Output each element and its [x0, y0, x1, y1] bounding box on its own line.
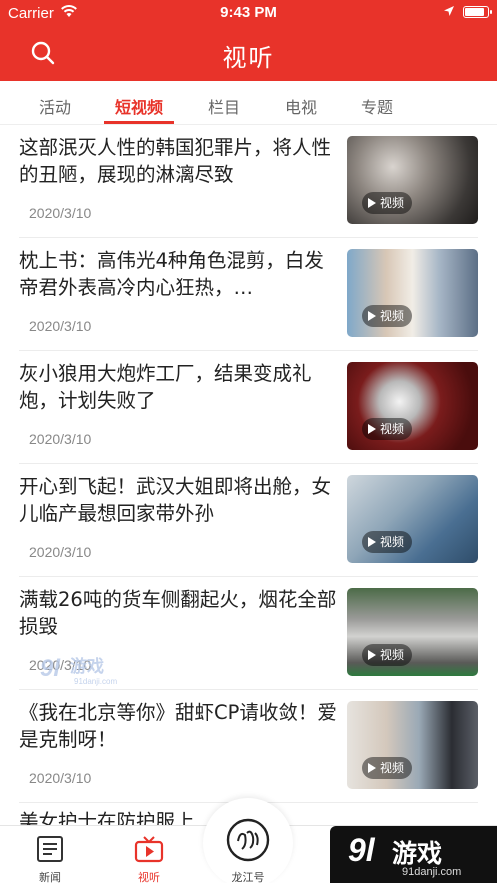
- list-item[interactable]: 这部泯灭人性的韩国犯罪片，将人性的丑陋，展现的淋漓尽致 2020/3/10 视频: [0, 125, 497, 238]
- active-tab-indicator: [104, 121, 174, 124]
- tabbar-media[interactable]: 视听: [109, 826, 189, 883]
- video-badge: 视频: [362, 418, 413, 440]
- video-badge: 视频: [362, 644, 413, 666]
- video-badge-label: 视频: [380, 761, 405, 775]
- item-date: 2020/3/10: [29, 544, 92, 560]
- svg-text:91danji.com: 91danji.com: [74, 677, 117, 686]
- svg-text:游戏: 游戏: [70, 656, 104, 677]
- video-badge-label: 视频: [380, 309, 405, 323]
- tab-activity[interactable]: 活动: [37, 94, 73, 118]
- tab-columns[interactable]: 栏目: [206, 94, 242, 118]
- watermark-url: 91danji.com: [402, 866, 462, 878]
- video-badge: 视频: [362, 305, 413, 327]
- battery-icon: [463, 6, 492, 18]
- item-date: 2020/3/10: [29, 318, 92, 334]
- video-badge: 视频: [362, 192, 413, 214]
- video-thumbnail[interactable]: 视频: [347, 249, 478, 337]
- item-date: 2020/3/10: [29, 431, 92, 447]
- category-tabs: 活动 短视频 栏目 电视 专题: [0, 81, 497, 125]
- location-arrow-icon: [444, 6, 454, 16]
- partial-item-title[interactable]: 美女护士在防护服上: [19, 805, 195, 825]
- item-title: 这部泯灭人性的韩国犯罪片，将人性的丑陋，展现的淋漓尽致: [19, 136, 332, 186]
- video-badge: 视频: [362, 531, 413, 553]
- app-header: Carrier 9:43 PM 视听: [0, 0, 497, 81]
- tabbar-label: 龙江号: [231, 871, 265, 883]
- list-item[interactable]: 枕上书：高伟光4种角色混剪，白发帝君外表高冷内心狂热，… 2020/3/10 视…: [0, 238, 497, 351]
- tab-short-video[interactable]: 短视频: [112, 94, 166, 118]
- watermark-number: 9l: [348, 832, 375, 868]
- play-icon: [368, 198, 376, 208]
- item-date: 2020/3/10: [29, 770, 92, 786]
- svg-text:9l: 9l: [40, 655, 61, 682]
- tabbar-news[interactable]: 新闻: [10, 826, 90, 883]
- status-bar: Carrier 9:43 PM: [0, 0, 497, 26]
- tabbar-label: 新闻: [39, 871, 61, 883]
- list-item[interactable]: 《我在北京等你》甜虾CP请收敛！爱是克制呀！ 2020/3/10 视频: [0, 690, 497, 803]
- list-item[interactable]: 开心到飞起！武汉大姐即将出舱，女儿临产最想回家带外孙 2020/3/10 视频: [0, 464, 497, 577]
- video-badge-label: 视频: [380, 422, 405, 436]
- watermark-brand: 游戏: [392, 839, 443, 868]
- video-thumbnail[interactable]: 视频: [347, 588, 478, 676]
- clock: 9:43 PM: [220, 4, 277, 21]
- video-thumbnail[interactable]: 视频: [347, 362, 478, 450]
- item-date: 2020/3/10: [29, 205, 92, 221]
- item-title: 开心到飞起！武汉大姐即将出舱，女儿临产最想回家带外孙: [19, 475, 332, 525]
- tabbar-longjiang[interactable]: 龙江号: [208, 818, 288, 883]
- tabbar-label: 视听: [138, 871, 160, 883]
- video-list: 这部泯灭人性的韩国犯罪片，将人性的丑陋，展现的淋漓尽致 2020/3/10 视频…: [0, 125, 497, 825]
- video-badge-label: 视频: [380, 196, 405, 210]
- item-title: 枕上书：高伟光4种角色混剪，白发帝君外表高冷内心狂热，…: [19, 249, 324, 299]
- video-badge: 视频: [362, 757, 413, 779]
- play-icon: [368, 311, 376, 321]
- tv-play-icon: [134, 836, 164, 863]
- video-badge-label: 视频: [380, 648, 405, 662]
- video-thumbnail[interactable]: 视频: [347, 701, 478, 789]
- video-badge-label: 视频: [380, 535, 405, 549]
- item-title: 满载26吨的货车侧翻起火，烟花全部损毁: [19, 588, 337, 638]
- corner-watermark: 9l 游戏 91danji.com: [330, 826, 497, 883]
- play-icon: [368, 537, 376, 547]
- list-item[interactable]: 灰小狼用大炮炸工厂，结果变成礼炮，计划失败了 2020/3/10 视频: [0, 351, 497, 464]
- item-title: 灰小狼用大炮炸工厂，结果变成礼炮，计划失败了: [19, 362, 312, 412]
- play-icon: [368, 424, 376, 434]
- play-icon: [368, 650, 376, 660]
- video-thumbnail[interactable]: 视频: [347, 136, 478, 224]
- play-icon: [368, 763, 376, 773]
- video-thumbnail[interactable]: 视频: [347, 475, 478, 563]
- tab-tv[interactable]: 电视: [283, 94, 319, 118]
- watermark-logo: 9l 游戏 91danji.com: [40, 655, 117, 686]
- longjiang-logo-icon: [226, 818, 270, 862]
- newspaper-icon: [37, 836, 63, 862]
- item-title: 《我在北京等你》甜虾CP请收敛！爱是克制呀！: [19, 701, 337, 751]
- tab-topics[interactable]: 专题: [359, 94, 395, 118]
- page-title: 视听: [222, 44, 275, 72]
